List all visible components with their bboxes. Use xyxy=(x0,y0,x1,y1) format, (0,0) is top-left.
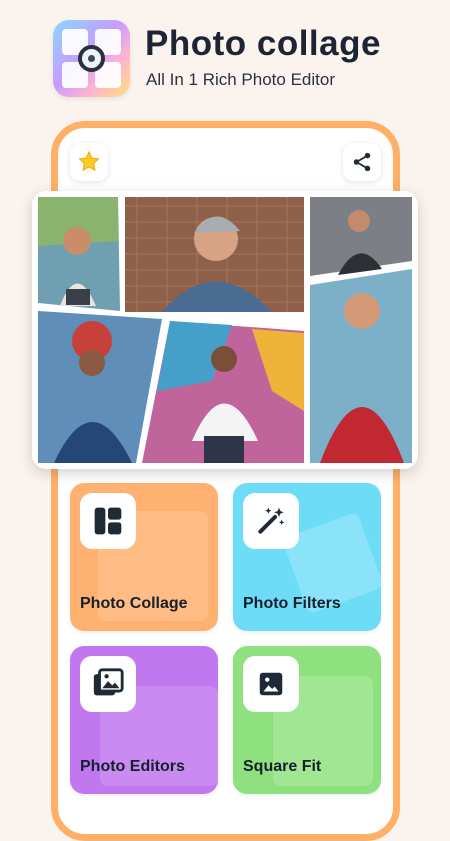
star-icon xyxy=(78,150,100,172)
collage-photo xyxy=(38,311,162,463)
tile-label: Photo Collage xyxy=(80,595,188,612)
tile-photo-filters[interactable]: Photo Filters xyxy=(233,483,381,631)
tile-label: Photo Filters xyxy=(243,595,341,612)
camera-collage-icon xyxy=(78,45,105,72)
tile-photo-editors[interactable]: Photo Editors xyxy=(70,646,218,794)
collage-photo xyxy=(142,321,304,463)
share-icon xyxy=(353,152,371,172)
tile-label: Photo Editors xyxy=(80,758,185,775)
collage-photo xyxy=(310,269,412,463)
tile-photo-collage[interactable]: Photo Collage xyxy=(70,483,218,631)
magic-wand-icon xyxy=(258,507,285,534)
tile-label: Square Fit xyxy=(243,758,322,775)
app-subtitle: All In 1 Rich Photo Editor xyxy=(146,70,335,89)
app-title: Photo collage xyxy=(145,24,381,63)
collage-preview xyxy=(32,191,418,469)
share-button[interactable] xyxy=(343,143,381,181)
app-logo xyxy=(53,20,130,97)
tile-square-fit[interactable]: Square Fit xyxy=(233,646,381,794)
collage-photo xyxy=(38,197,120,311)
collage-photo xyxy=(125,197,304,312)
collage-layout-icon xyxy=(94,507,122,535)
image-icon xyxy=(259,672,283,696)
collage-photo xyxy=(310,197,412,276)
photos-stack-icon xyxy=(93,668,124,696)
rate-button[interactable] xyxy=(70,143,108,181)
